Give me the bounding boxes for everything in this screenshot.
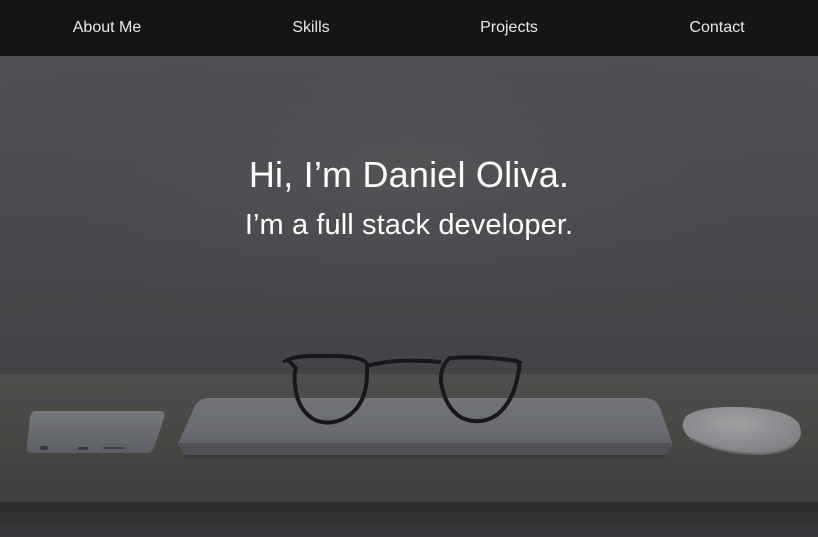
nav-link-about-me[interactable]: About Me — [73, 0, 141, 56]
page: About Me Skills Projects Contact Hi, I’m… — [0, 0, 818, 537]
nav-link-projects[interactable]: Projects — [480, 0, 538, 56]
nav-link-contact[interactable]: Contact — [689, 0, 744, 56]
top-navbar: About Me Skills Projects Contact — [0, 0, 818, 56]
hero-title: Hi, I’m Daniel Oliva. — [248, 154, 570, 195]
hero-background-image — [0, 56, 818, 537]
hero-section: Hi, I’m Daniel Oliva. I’m a full stack d… — [0, 56, 818, 537]
nav-link-skills[interactable]: Skills — [292, 0, 329, 56]
hero-subtitle: I’m a full stack developer. — [244, 209, 574, 241]
